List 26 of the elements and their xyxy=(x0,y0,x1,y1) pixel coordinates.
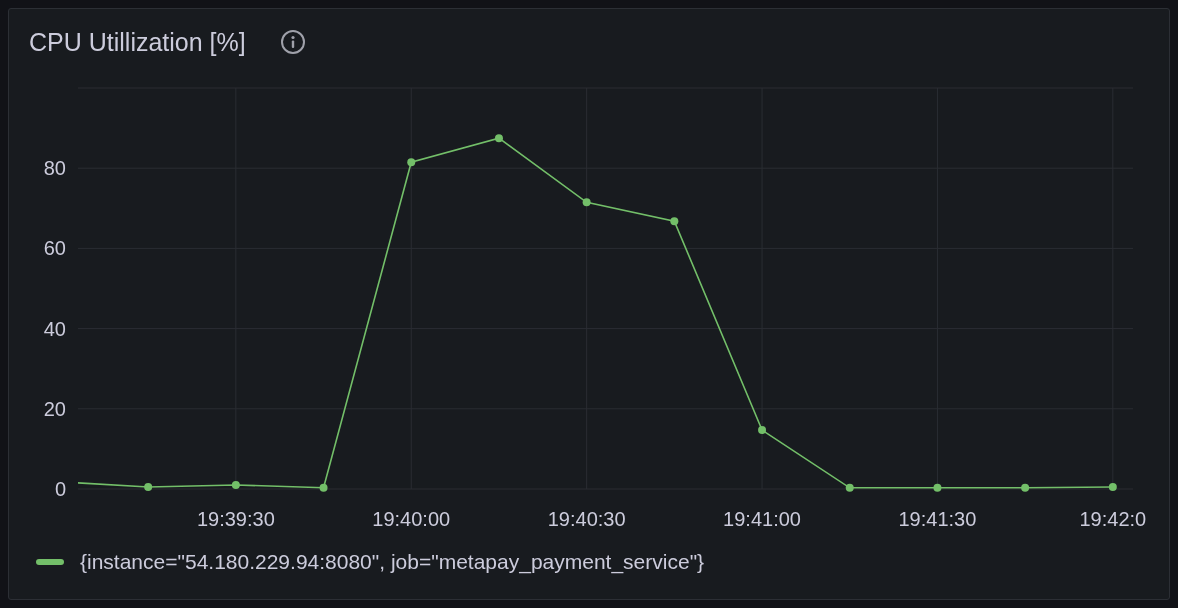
panel-title: CPU Utillization [%] xyxy=(29,27,246,57)
x-axis-label: 19:41:30 xyxy=(898,508,977,530)
x-axis-label: 19:42:0 xyxy=(1079,508,1147,530)
x-axis-label: 19:41:00 xyxy=(723,508,801,530)
x-axis-label: 19:39:30 xyxy=(196,508,275,530)
y-axis-label: 60 xyxy=(43,237,66,260)
data-point xyxy=(845,483,854,492)
data-point xyxy=(407,158,416,167)
data-point xyxy=(933,483,942,492)
data-point xyxy=(319,483,328,492)
data-point xyxy=(231,481,240,489)
x-axis-label: 19:40:00 xyxy=(372,508,451,530)
y-axis-label: 40 xyxy=(43,317,66,340)
data-point xyxy=(144,483,153,491)
data-point xyxy=(670,217,679,226)
y-axis-label: 0 xyxy=(54,478,66,500)
data-point xyxy=(758,426,767,435)
y-axis-label: 20 xyxy=(43,397,66,420)
x-axis-label: 19:40:30 xyxy=(547,508,626,530)
data-point xyxy=(1021,483,1030,492)
data-point xyxy=(494,134,503,143)
info-icon[interactable] xyxy=(279,29,306,55)
data-point xyxy=(1108,483,1117,491)
data-point xyxy=(582,198,591,207)
legend-label[interactable]: {instance="54.180.229.94:8080", job="metapay_payment_service"} xyxy=(80,550,705,574)
y-axis-label: 80 xyxy=(43,157,66,180)
